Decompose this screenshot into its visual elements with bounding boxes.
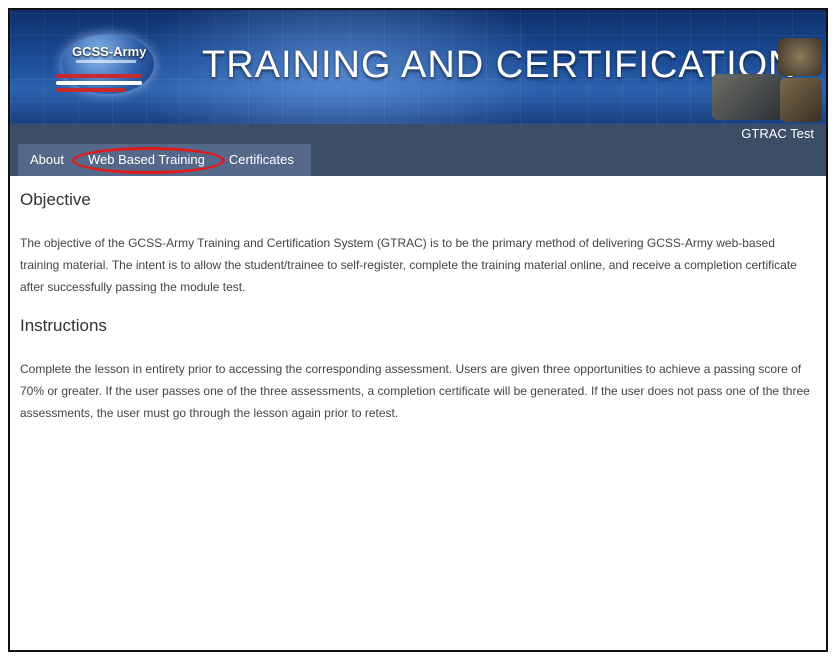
instructions-paragraph: Complete the lesson in entirety prior to… (20, 362, 810, 420)
tab-web-based-training[interactable]: Web Based Training (71, 144, 225, 176)
tab-about[interactable]: About (18, 144, 76, 176)
soldier-photo-collage (676, 24, 826, 124)
main-content: Objective The objective of the GCSS-Army… (10, 176, 826, 452)
collage-photo (780, 78, 822, 122)
collage-photo (778, 38, 822, 76)
flag-stripe-red (56, 74, 142, 78)
logo-subtext-line (76, 60, 136, 63)
flag-stripe-white (56, 81, 142, 85)
objective-paragraph: The objective of the GCSS-Army Training … (20, 236, 797, 294)
page-frame: GCSS-Army TRAINING AND CERTIFICATION GTR… (8, 8, 828, 652)
gcss-army-logo: GCSS-Army (50, 28, 168, 100)
collage-photo (712, 74, 782, 120)
section-heading-objective: Objective (20, 190, 91, 209)
tab-bar: About Web Based Training Certificates (18, 144, 311, 176)
globe-icon (62, 34, 154, 94)
nav-bar: GTRAC Test About Web Based Training Cert… (10, 124, 826, 176)
user-name: GTRAC Test (741, 126, 814, 141)
flag-stripe-red (56, 88, 126, 92)
banner: GCSS-Army TRAINING AND CERTIFICATION (10, 10, 826, 124)
logo-text: GCSS-Army (72, 44, 147, 59)
section-heading-instructions: Instructions (20, 316, 107, 335)
tab-certificates[interactable]: Certificates (217, 144, 306, 176)
